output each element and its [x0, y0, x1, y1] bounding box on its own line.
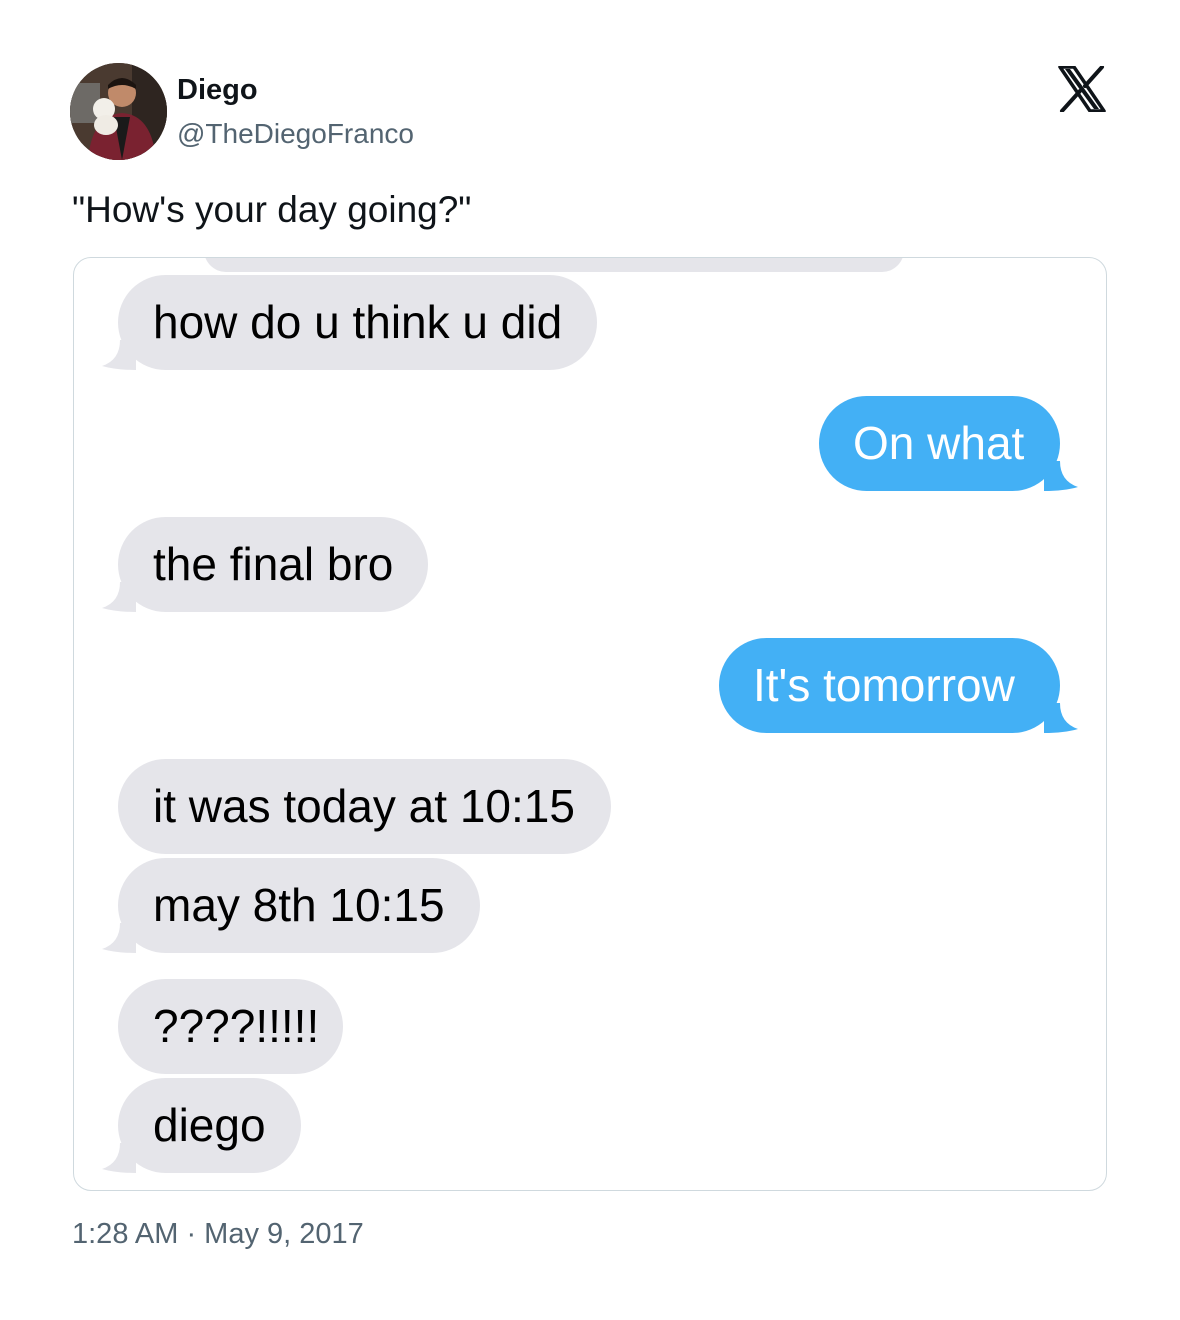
- message-text: On what: [853, 417, 1025, 469]
- bubble-tail-icon: [102, 582, 136, 612]
- sent-message: On what: [819, 396, 1078, 491]
- sent-message: It's tomorrow: [719, 638, 1078, 733]
- bubble-tail-icon: [102, 340, 136, 370]
- x-logo-icon[interactable]: [1058, 65, 1106, 113]
- bubble-tail-icon: [1044, 703, 1078, 733]
- tweet-media-screenshot[interactable]: how do u think u did On what the final b…: [73, 257, 1107, 1191]
- bubble-tail-icon: [1044, 461, 1078, 491]
- message-text: may 8th 10:15: [153, 879, 445, 931]
- message-text: It's tomorrow: [753, 659, 1015, 711]
- message-text: how do u think u did: [153, 296, 563, 348]
- author-handle[interactable]: @TheDiegoFranco: [177, 116, 414, 152]
- message-text: diego: [153, 1099, 266, 1151]
- bubble-tail-icon: [102, 1143, 136, 1173]
- received-message: diego: [102, 1078, 301, 1173]
- tweet-text: "How's your day going?": [72, 189, 472, 230]
- received-message: how do u think u did: [102, 275, 597, 370]
- message-text: ????!!!!!: [153, 1000, 320, 1052]
- received-message: may 8th 10:15: [102, 858, 480, 953]
- message-text: it was today at 10:15: [153, 780, 575, 832]
- avatar[interactable]: [70, 63, 167, 160]
- author-display-name[interactable]: Diego: [177, 72, 258, 108]
- tweet-timestamp[interactable]: 1:28 AM · May 9, 2017: [72, 1216, 364, 1252]
- cropped-message-bubble: [204, 258, 904, 272]
- message-text: the final bro: [153, 538, 394, 590]
- received-message: it was today at 10:15: [118, 759, 611, 854]
- received-message: the final bro: [102, 517, 428, 612]
- received-message: ????!!!!!: [118, 979, 343, 1074]
- bubble-tail-icon: [102, 923, 136, 953]
